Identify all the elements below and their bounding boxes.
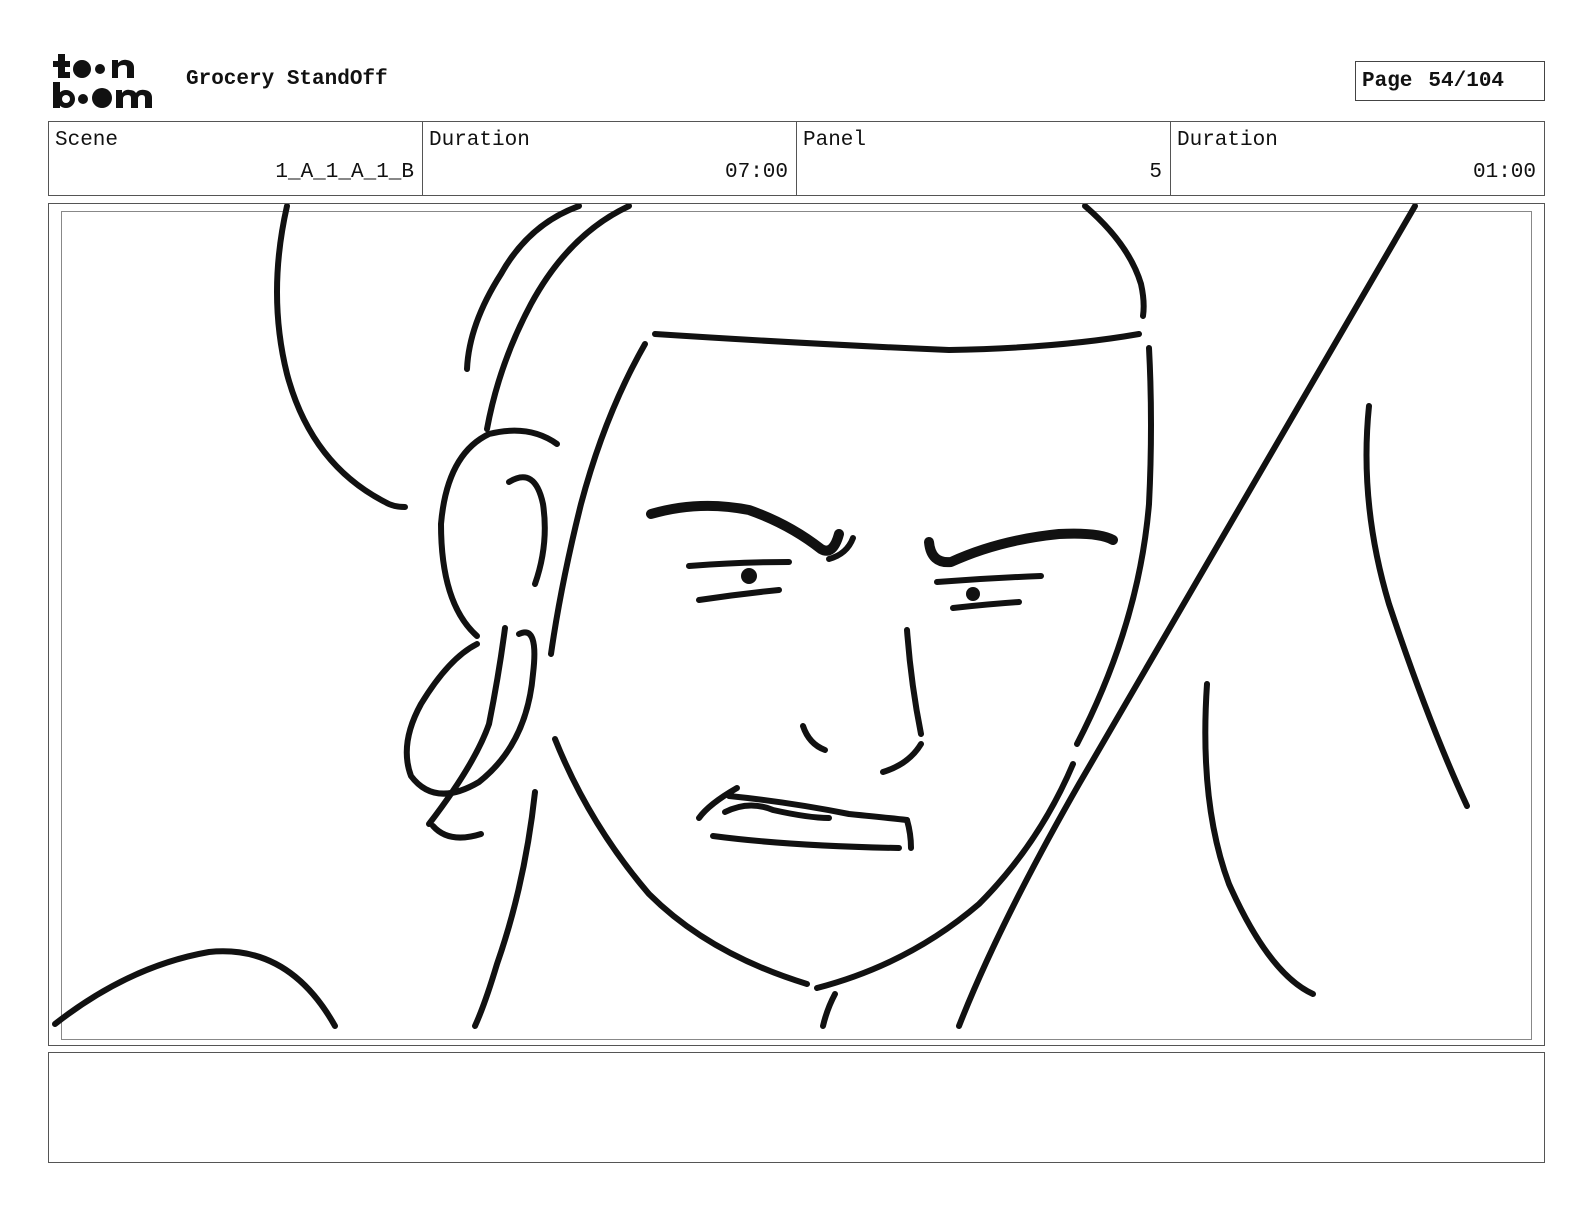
sketch-stroke [438,427,560,639]
sketch-stroke [472,789,538,1029]
panel-notes-box [48,1052,1545,1163]
sketch-stroke [552,736,810,987]
sketch-stroke [820,991,838,1029]
panel-duration-label: Duration [1177,129,1278,152]
sketch-stroke [686,559,792,569]
panel-sketch [52,204,1470,1029]
sketch-stroke [924,528,1118,568]
page-label: Page [1362,69,1413,93]
sketch-stroke [403,629,538,797]
sketch-pupil [741,568,757,584]
sketch-stroke [696,587,782,603]
storyboard-panel [48,203,1545,1046]
panel-cell: Panel 5 [797,122,1171,195]
sketch-stroke [1082,204,1147,319]
sketch-stroke [484,204,632,432]
sketch-stroke [646,500,844,556]
sketch-stroke [430,823,484,841]
page-number: 54/104 [1428,69,1505,93]
scene-value: 1_A_1_A_1_B [275,161,414,184]
sketch-stroke [548,341,648,657]
scene-duration-label: Duration [429,129,530,152]
scene-info-table: Scene 1_A_1_A_1_B Duration 07:00 Panel 5… [48,121,1545,196]
panel-duration-value: 01:00 [1472,161,1536,184]
toon-boom-logo [53,54,152,108]
sketch-stroke [956,204,1418,1029]
scene-duration-cell: Duration 07:00 [423,122,797,195]
sketch-stroke [904,627,924,737]
sketch-stroke [904,817,914,851]
project-title: Grocery StandOff [186,68,388,91]
scene-cell: Scene 1_A_1_A_1_B [49,122,423,195]
sketch-stroke [52,948,338,1029]
scene-duration-value: 07:00 [724,161,788,184]
sketch-stroke [950,599,1022,611]
scene-label: Scene [55,129,119,152]
panel-label: Panel [803,129,867,152]
sketch-stroke [880,741,924,775]
sketch-stroke [710,833,902,851]
sketch-stroke [934,573,1044,585]
panel-value: 5 [1149,161,1162,184]
sketch-pupil [966,587,980,601]
sketch-stroke [1202,681,1316,997]
sketch-stroke [274,204,408,510]
sketch-stroke [506,474,548,587]
sketch-stroke [696,785,740,821]
sketch-stroke [814,761,1076,991]
sketch-stroke [800,723,828,753]
page-indicator: Page 54/104 [1355,61,1545,101]
sketch-stroke [1363,403,1470,809]
sketch-stroke [464,204,582,372]
panel-duration-cell: Duration 01:00 [1171,122,1544,195]
sketch-stroke [652,331,1142,353]
